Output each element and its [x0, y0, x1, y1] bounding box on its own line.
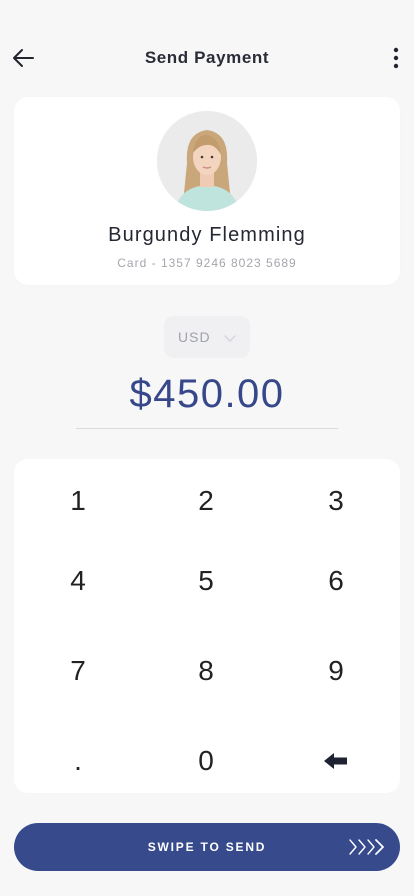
key-decimal[interactable]: . — [14, 719, 142, 803]
page-title: Send Payment — [144, 48, 270, 67]
amount-underline — [76, 428, 338, 429]
key-6[interactable]: 6 — [272, 539, 400, 623]
key-1[interactable]: 1 — [14, 459, 142, 543]
currency-dropdown[interactable]: USD — [164, 316, 250, 358]
backspace-arrow-icon — [324, 753, 347, 769]
numeric-keypad: 1 2 3 4 5 6 7 8 9 . 0 — [14, 459, 400, 793]
more-options-button[interactable] — [386, 44, 406, 72]
top-bar: Send Payment — [0, 36, 414, 80]
avatar — [157, 111, 257, 211]
key-0[interactable]: 0 — [142, 719, 270, 803]
swipe-to-send-button[interactable]: SWIPE TO SEND — [14, 823, 400, 871]
key-2[interactable]: 2 — [142, 459, 270, 543]
swipe-label: SWIPE TO SEND — [147, 840, 267, 854]
amount-value[interactable]: $450.00 — [0, 372, 414, 417]
key-3[interactable]: 3 — [272, 459, 400, 543]
key-4[interactable]: 4 — [14, 539, 142, 623]
key-7[interactable]: 7 — [14, 629, 142, 713]
key-8[interactable]: 8 — [142, 629, 270, 713]
recipient-name: Burgundy Flemming — [108, 224, 306, 246]
more-vertical-icon — [393, 47, 399, 69]
chevrons-right-icon — [349, 839, 384, 855]
key-5[interactable]: 5 — [142, 539, 270, 623]
chevron-down-icon — [224, 335, 236, 342]
card-number: Card - 1357 9246 8023 5689 — [117, 256, 297, 270]
recipient-card: Burgundy Flemming Card - 1357 9246 8023 … — [14, 97, 400, 285]
backspace-key[interactable] — [272, 719, 400, 803]
key-9[interactable]: 9 — [272, 629, 400, 713]
currency-label: USD — [178, 329, 211, 345]
recipient-photo — [157, 111, 257, 211]
